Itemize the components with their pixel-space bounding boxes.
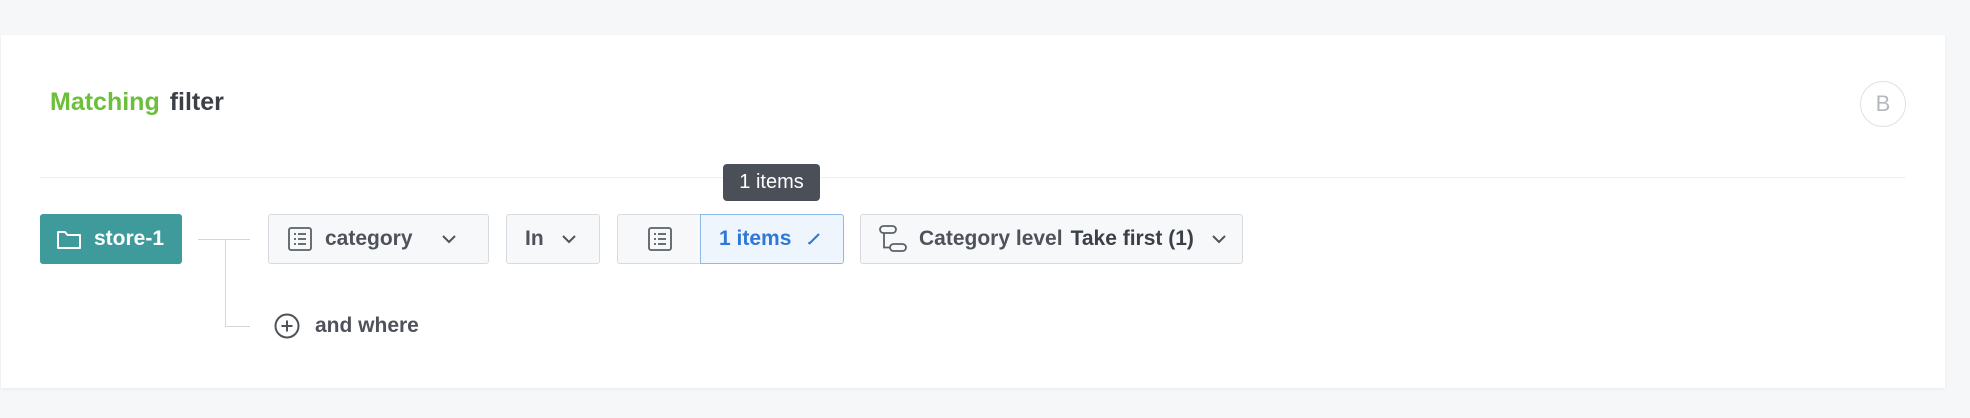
add-condition-label: and where <box>315 314 419 337</box>
divider <box>40 177 1906 178</box>
items-value-button[interactable]: 1 items <box>700 214 844 264</box>
hierarchy-icon <box>877 224 907 254</box>
section-title: Matching filter <box>50 87 224 117</box>
operator-label: In <box>525 227 544 250</box>
list-icon <box>287 226 313 252</box>
source-store-label: store-1 <box>94 227 165 250</box>
operator-select[interactable]: In <box>506 214 600 264</box>
chevron-down-icon <box>561 234 576 244</box>
section-badge[interactable]: B <box>1860 81 1906 127</box>
attribute-select[interactable]: category <box>268 214 489 264</box>
chevron-down-icon <box>442 234 456 244</box>
folder-icon <box>56 228 94 250</box>
pencil-icon <box>807 232 821 246</box>
chevron-down-icon <box>1212 234 1226 244</box>
add-condition-button[interactable]: and where <box>273 310 419 342</box>
value-type-button[interactable] <box>617 214 701 264</box>
plus-circle-icon <box>273 312 315 340</box>
source-store-chip[interactable]: store-1 <box>40 214 182 264</box>
items-label: 1 items <box>719 227 792 250</box>
list-icon <box>647 226 673 252</box>
items-tooltip: 1 items <box>723 164 820 201</box>
title-highlight: Matching <box>50 88 160 116</box>
level-label: Category level <box>919 227 1063 250</box>
attribute-label: category <box>325 227 413 250</box>
connector-line <box>198 239 250 240</box>
level-value: Take first (1) <box>1070 227 1194 250</box>
connector-line <box>225 239 226 327</box>
category-level-select[interactable]: Category level Take first (1) <box>860 214 1243 264</box>
title-rest: filter <box>169 88 224 116</box>
connector-line <box>225 326 250 327</box>
